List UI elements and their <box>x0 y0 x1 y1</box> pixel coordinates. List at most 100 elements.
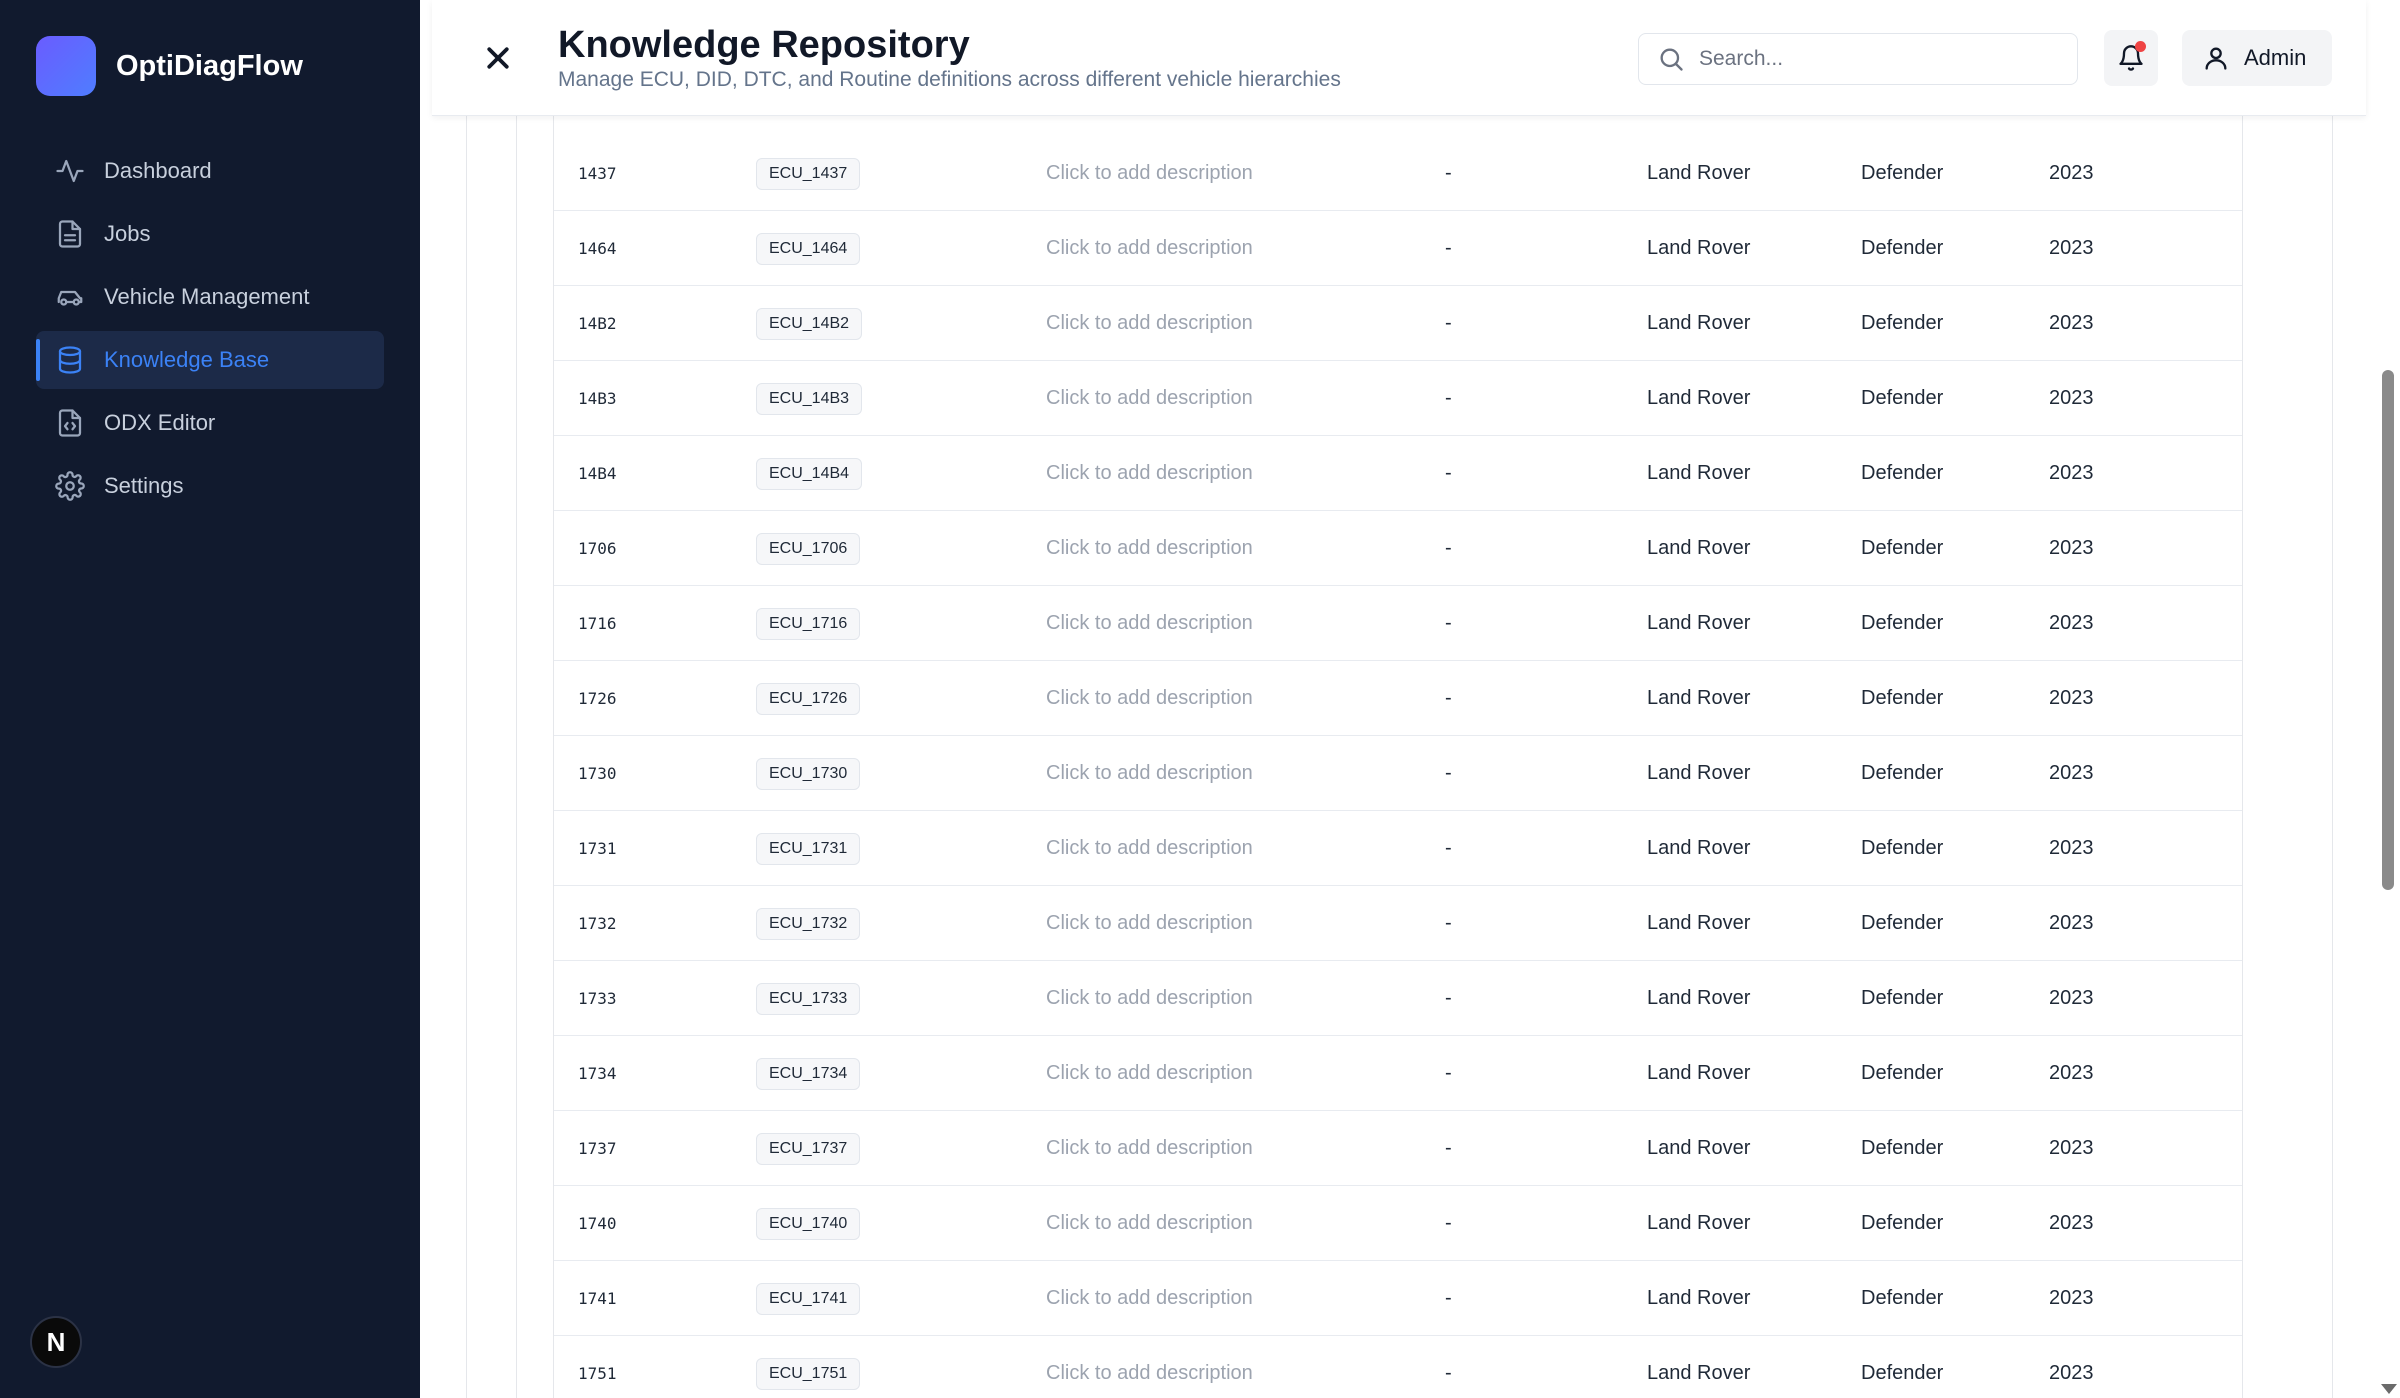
ecu-name-chip: ECU_1730 <box>756 757 861 790</box>
empty-value-cell: - <box>1445 1062 1452 1084</box>
table-row[interactable]: 14B3 ECU_14B3 Click to add description - Lan… <box>554 361 2242 436</box>
table-row[interactable]: 1730 ECU_1730 Click to add description - Lan… <box>554 736 2242 811</box>
user-icon <box>2205 47 2227 70</box>
user-label: Admin <box>2244 45 2307 70</box>
table-row[interactable]: 1731 ECU_1731 Click to add description - Lan… <box>554 811 2242 886</box>
description-cell[interactable]: Click to add description <box>1046 1186 1253 1261</box>
table-row[interactable]: 1741 ECU_1741 Click to add description - Lan… <box>554 1261 2242 1336</box>
page-scrollbar[interactable] <box>2378 0 2400 1398</box>
search-icon <box>1660 48 1683 71</box>
table-row[interactable]: 1751 ECU_1751 Click to add description - Lan… <box>554 1336 2242 1398</box>
model-cell: Defender <box>1861 912 1944 934</box>
user-menu-button[interactable]: Admin <box>2182 30 2332 86</box>
ecu-id-cell: 1733 <box>578 989 617 1008</box>
model-cell: Defender <box>1861 1287 1944 1309</box>
empty-value-cell: - <box>1445 1287 1452 1309</box>
year-cell: 2023 <box>2049 912 2094 934</box>
notification-dot <box>2135 41 2146 52</box>
document-icon <box>54 218 86 250</box>
table-row[interactable]: 1726 ECU_1726 Click to add description - Lan… <box>554 661 2242 736</box>
description-cell[interactable]: Click to add description <box>1046 886 1253 961</box>
ecu-id-cell: 1706 <box>578 539 617 558</box>
model-cell: Defender <box>1861 312 1944 334</box>
ecu-id-cell: 1464 <box>578 239 617 258</box>
sidebar-item-label: Knowledge Base <box>104 347 270 372</box>
description-cell[interactable]: Click to add description <box>1046 511 1253 586</box>
year-cell: 2023 <box>2049 612 2094 634</box>
description-cell[interactable]: Click to add description <box>1046 661 1253 736</box>
table-row[interactable]: 1733 ECU_1733 Click to add description - Lan… <box>554 961 2242 1036</box>
description-cell[interactable]: Click to add description <box>1046 736 1253 811</box>
table-row[interactable]: 1464 ECU_1464 Click to add description - Lan… <box>554 211 2242 286</box>
empty-value-cell: - <box>1445 537 1452 559</box>
ecu-name-chip: ECU_1716 <box>756 607 861 640</box>
year-cell: 2023 <box>2049 387 2094 409</box>
description-cell[interactable]: Click to add description <box>1046 136 1253 211</box>
scroll-down-arrow-icon[interactable] <box>2381 1384 2397 1394</box>
ecu-id-cell: 14B3 <box>578 389 617 408</box>
year-cell: 2023 <box>2049 237 2094 259</box>
make-cell: Land Rover <box>1647 1362 1751 1384</box>
sidebar-item-odx-editor[interactable]: ODX Editor <box>36 394 384 452</box>
empty-value-cell: - <box>1445 162 1452 184</box>
make-cell: Land Rover <box>1647 462 1751 484</box>
sidebar-item-dashboard[interactable]: Dashboard <box>36 142 384 200</box>
year-cell: 2023 <box>2049 1287 2094 1309</box>
ecu-name-cell: ECU_14B3 <box>756 361 863 436</box>
description-cell[interactable]: Click to add description <box>1046 211 1253 286</box>
sidebar-item-settings[interactable]: Settings <box>36 457 384 515</box>
sidebar-item-knowledge-base[interactable]: Knowledge Base <box>36 331 384 389</box>
description-cell[interactable]: Click to add description <box>1046 361 1253 436</box>
empty-value-cell: - <box>1445 1212 1452 1234</box>
year-cell: 2023 <box>2049 1062 2094 1084</box>
table-row[interactable]: 1716 ECU_1716 Click to add description - Lan… <box>554 586 2242 661</box>
table-row[interactable]: 14B4 ECU_14B4 Click to add description - Lan… <box>554 436 2242 511</box>
notifications-button[interactable] <box>2104 30 2158 86</box>
table-row[interactable]: 14B2 ECU_14B2 Click to add description - Lan… <box>554 286 2242 361</box>
close-button[interactable] <box>476 36 520 80</box>
table-row[interactable]: 1734 ECU_1734 Click to add description - Lan… <box>554 1036 2242 1111</box>
model-cell: Defender <box>1861 687 1944 709</box>
description-cell[interactable]: Click to add description <box>1046 586 1253 661</box>
description-cell[interactable]: Click to add description <box>1046 286 1253 361</box>
next-badge[interactable]: N <box>30 1316 82 1368</box>
sidebar-item-vehicle-management[interactable]: Vehicle Management <box>36 268 384 326</box>
description-cell[interactable]: Click to add description <box>1046 1111 1253 1186</box>
description-cell[interactable]: Click to add description <box>1046 961 1253 1036</box>
scrollbar-thumb[interactable] <box>2382 370 2394 890</box>
activity-icon <box>54 155 86 187</box>
ecu-id-cell: 1716 <box>578 614 617 633</box>
year-cell: 2023 <box>2049 462 2094 484</box>
ecu-id-cell: 1737 <box>578 1139 617 1158</box>
table-row[interactable]: 1732 ECU_1732 Click to add description - Lan… <box>554 886 2242 961</box>
ecu-id-cell: 1730 <box>578 764 617 783</box>
description-cell[interactable]: Click to add description <box>1046 1036 1253 1111</box>
ecu-id-cell: 1731 <box>578 839 617 858</box>
table-row[interactable]: 1740 ECU_1740 Click to add description - Lan… <box>554 1186 2242 1261</box>
make-cell: Land Rover <box>1647 762 1751 784</box>
description-cell[interactable]: Click to add description <box>1046 1261 1253 1336</box>
table-row[interactable]: 1706 ECU_1706 Click to add description - Lan… <box>554 511 2242 586</box>
model-cell: Defender <box>1861 237 1944 259</box>
year-cell: 2023 <box>2049 837 2094 859</box>
empty-value-cell: - <box>1445 837 1452 859</box>
code-file-icon <box>54 407 86 439</box>
description-cell[interactable]: Click to add description <box>1046 1336 1253 1398</box>
year-cell: 2023 <box>2049 1137 2094 1159</box>
page-header: Knowledge Repository Manage ECU, DID, DT… <box>432 0 2366 116</box>
description-cell[interactable]: Click to add description <box>1046 811 1253 886</box>
table-row[interactable]: 1737 ECU_1737 Click to add description - Lan… <box>554 1111 2242 1186</box>
car-icon <box>54 281 86 313</box>
search-input[interactable] <box>1699 47 2059 71</box>
make-cell: Land Rover <box>1647 837 1751 859</box>
sidebar-item-jobs[interactable]: Jobs <box>36 205 384 263</box>
description-cell[interactable]: Click to add description <box>1046 436 1253 511</box>
sidebar-item-label: ODX Editor <box>104 410 216 435</box>
brand[interactable]: OptiDiagFlow <box>36 36 303 96</box>
model-cell: Defender <box>1861 762 1944 784</box>
search-box[interactable] <box>1638 33 2078 85</box>
year-cell: 2023 <box>2049 1212 2094 1234</box>
table-row[interactable]: 1437 ECU_1437 Click to add description - Lan… <box>554 136 2242 211</box>
empty-value-cell: - <box>1445 237 1452 259</box>
make-cell: Land Rover <box>1647 687 1751 709</box>
